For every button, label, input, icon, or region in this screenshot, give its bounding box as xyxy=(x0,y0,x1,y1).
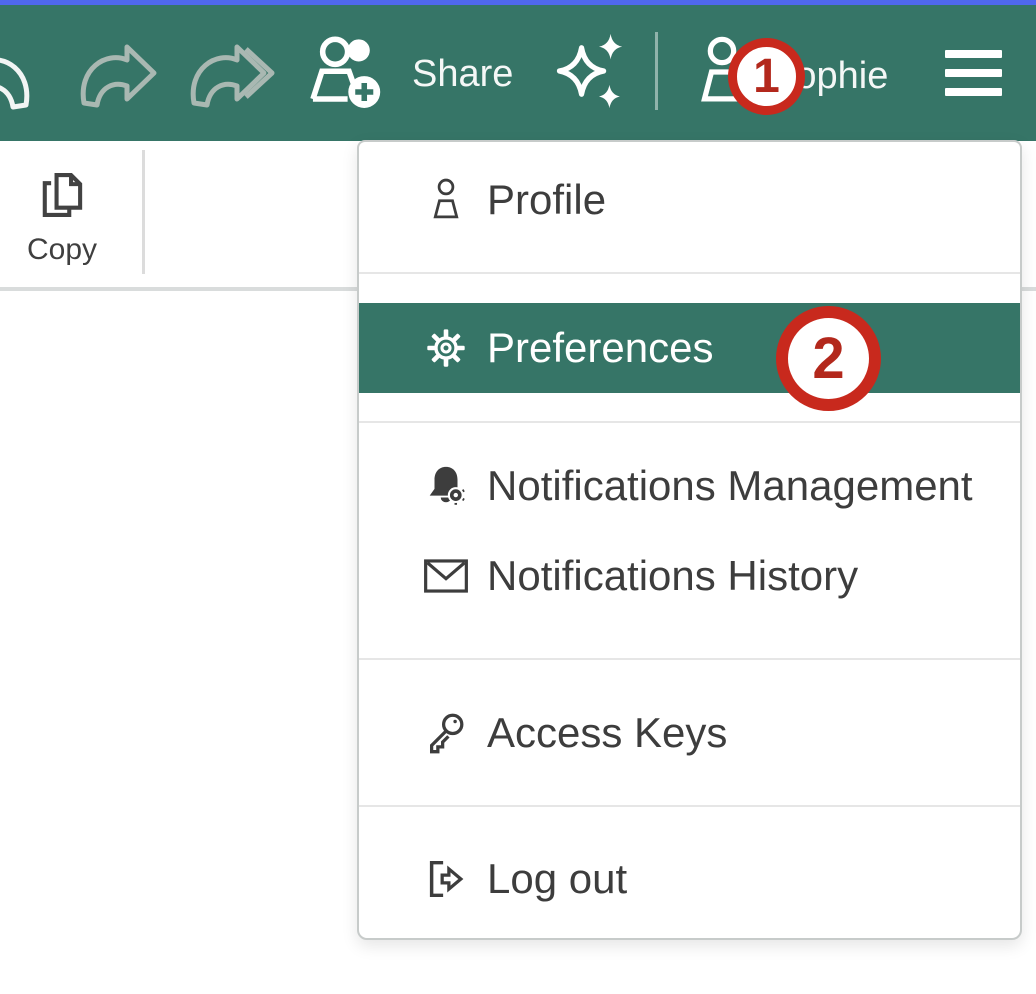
redo-button[interactable] xyxy=(70,31,158,116)
undo-button[interactable] xyxy=(0,33,40,117)
menu-item-preferences[interactable]: Preferences xyxy=(359,303,1020,393)
toolbar-divider xyxy=(655,32,658,110)
menu-divider xyxy=(359,421,1020,423)
menu-item-profile[interactable]: Profile xyxy=(359,155,1020,245)
redo-all-button[interactable] xyxy=(180,31,280,116)
app-toolbar: Share Sophie xyxy=(0,5,1036,141)
annotation-step-1-badge: 1 xyxy=(728,38,805,115)
copy-button[interactable]: Copy xyxy=(12,155,112,275)
menu-item-notifications-management[interactable]: Notifications Management xyxy=(359,441,1020,531)
gear-icon xyxy=(423,325,469,371)
key-icon xyxy=(423,710,469,756)
copy-button-label: Copy xyxy=(27,233,97,267)
share-button[interactable] xyxy=(306,33,392,120)
redo-icon xyxy=(70,31,158,111)
hamburger-menu-icon xyxy=(945,50,1002,58)
share-icon xyxy=(306,33,392,115)
bell-gear-icon xyxy=(423,463,469,509)
person-icon xyxy=(423,177,469,223)
annotation-step-2-number: 2 xyxy=(812,325,844,392)
menu-item-label: Notifications Management xyxy=(487,462,973,510)
redo-all-icon xyxy=(180,31,280,111)
sparkles-icon xyxy=(556,28,628,114)
menu-divider xyxy=(359,272,1020,274)
share-button-label[interactable]: Share xyxy=(412,53,513,96)
menu-item-logout[interactable]: Log out xyxy=(359,834,1020,924)
menu-item-label: Access Keys xyxy=(487,709,727,757)
menu-item-label: Profile xyxy=(487,176,606,224)
menu-item-notifications-history[interactable]: Notifications History xyxy=(359,531,1020,621)
annotation-step-1-number: 1 xyxy=(753,49,780,104)
envelope-icon xyxy=(423,553,469,599)
menu-item-label: Log out xyxy=(487,855,627,903)
user-dropdown-menu: Profile Preferences xyxy=(357,140,1022,940)
main-menu-button[interactable] xyxy=(945,50,1002,96)
ribbon-divider xyxy=(142,150,145,274)
menu-item-label: Notifications History xyxy=(487,552,858,600)
copy-icon xyxy=(33,163,91,227)
menu-divider xyxy=(359,658,1020,660)
window-accent-strip xyxy=(0,0,1036,5)
menu-item-label: Preferences xyxy=(487,324,713,372)
menu-item-access-keys[interactable]: Access Keys xyxy=(359,688,1020,778)
menu-divider xyxy=(359,805,1020,807)
assistant-button[interactable] xyxy=(556,28,628,119)
annotation-step-2-badge: 2 xyxy=(776,306,881,411)
undo-icon xyxy=(0,33,40,113)
logout-icon xyxy=(423,856,469,902)
